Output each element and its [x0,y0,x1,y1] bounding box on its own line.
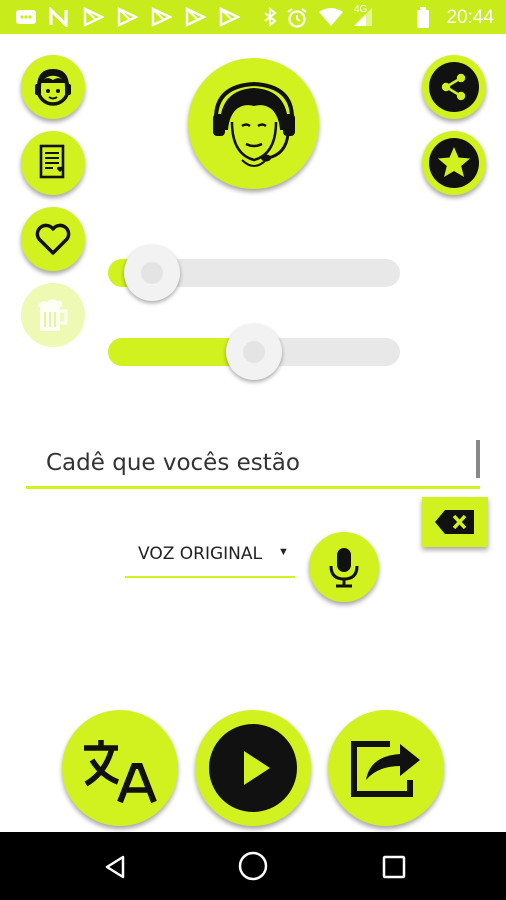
text-input[interactable]: Cadê que vocês estão [26,440,480,489]
donate-button[interactable] [21,283,85,347]
share-app-button[interactable] [422,55,486,119]
text-input-value[interactable]: Cadê que vocês estão [46,450,300,476]
back-icon[interactable] [103,854,127,880]
status-bar: 4G 20:44 [0,0,506,34]
favorites-button[interactable] [21,207,85,271]
play-button[interactable] [195,710,311,826]
slider-1-thumb[interactable] [124,245,180,301]
home-icon[interactable] [237,850,269,882]
share-icon [429,62,479,112]
rate-app-button[interactable] [422,131,486,195]
notes-button[interactable] [21,131,85,195]
microphone-icon [329,548,359,588]
clock: 20:44 [446,7,494,28]
clear-text-button[interactable] [422,497,488,547]
dropdown-arrow-icon: ▼ [278,546,289,558]
wifi-icon [319,8,343,26]
play-store-icon [83,7,104,27]
star-icon [429,138,479,188]
play-icon [209,724,297,812]
share-out-icon [351,741,420,797]
notes-icon [39,144,65,179]
voice-select-value: VOZ ORIGINAL [138,544,262,564]
play-store-icon [219,7,240,27]
play-store-icon [151,7,172,27]
play-store-icon [185,7,206,27]
backspace-icon [435,510,474,534]
voice-character-avatar[interactable] [188,58,319,189]
translate-button[interactable] [62,710,178,826]
n-notification-icon [49,7,68,27]
message-icon [16,10,36,24]
play-store-icon [117,7,138,27]
recents-icon[interactable] [381,854,407,880]
signal-icon [354,8,372,26]
profile-button[interactable] [21,55,85,119]
alarm-icon [287,8,307,28]
bluetooth-icon [264,7,277,27]
microphone-button[interactable] [309,532,379,602]
beer-icon [38,299,68,331]
battery-icon [417,7,429,28]
slider-2-thumb[interactable] [226,324,282,380]
heart-icon [35,223,71,255]
avatar-icon [35,68,71,106]
share-out-button[interactable] [328,710,444,826]
text-input-scrollbar[interactable] [476,440,480,478]
navigation-bar [0,832,506,900]
voice-select[interactable]: VOZ ORIGINAL ▼ [125,532,295,578]
translate-icon [84,740,157,804]
headset-avatar-icon [212,81,295,167]
